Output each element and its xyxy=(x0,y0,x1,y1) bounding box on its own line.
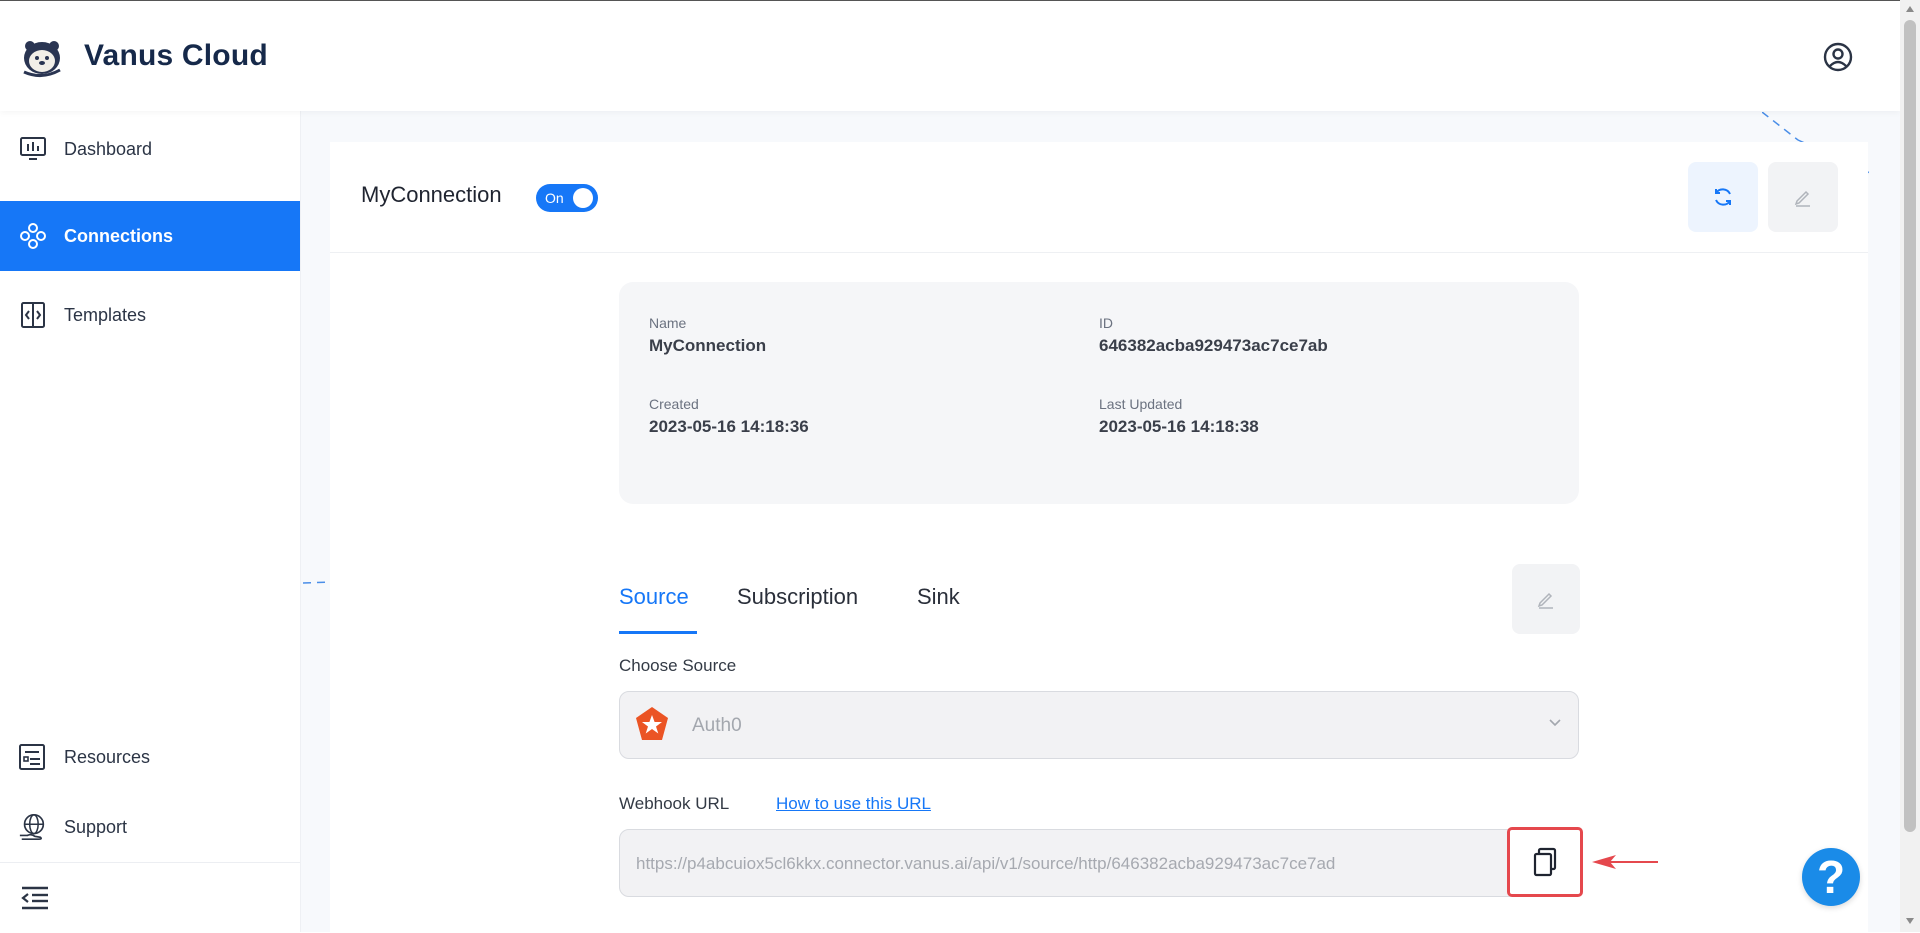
sidebar-item-support[interactable]: Support xyxy=(0,792,300,862)
red-arrow-annotation xyxy=(1592,855,1658,869)
created-label: Created xyxy=(649,396,699,412)
monitor-chart-icon xyxy=(18,134,48,164)
choose-source-label: Choose Source xyxy=(619,656,737,675)
refresh-button[interactable] xyxy=(1688,162,1758,232)
decorative-dashed-line xyxy=(303,581,333,584)
templates-icon xyxy=(18,300,48,330)
connection-info-panel: Name MyConnection ID 646382acba929473ac7… xyxy=(619,282,1579,504)
chevron-down-icon xyxy=(1549,719,1561,727)
toggle-knob xyxy=(573,188,593,208)
toggle-label: On xyxy=(545,190,564,206)
connections-icon xyxy=(18,221,48,251)
pencil-icon xyxy=(1537,592,1553,609)
top-bar: Vanus Cloud xyxy=(0,0,1900,111)
collapse-menu-icon[interactable] xyxy=(20,885,50,911)
pencil-icon xyxy=(1794,190,1810,207)
tab-source[interactable]: Source xyxy=(619,584,689,610)
sidebar-item-label: Connections xyxy=(64,225,174,246)
webhook-url-field xyxy=(619,829,1579,897)
created-value: 2023-05-16 14:18:36 xyxy=(649,417,809,436)
scroll-down-arrow-icon[interactable] xyxy=(1906,918,1914,924)
webhook-url-input[interactable] xyxy=(634,848,1518,880)
how-to-use-url-link[interactable]: How to use this URL xyxy=(776,794,931,814)
help-button[interactable]: ? xyxy=(1802,848,1860,906)
id-label: ID xyxy=(1099,315,1113,331)
source-select[interactable]: Auth0 xyxy=(619,691,1579,759)
name-value: MyConnection xyxy=(649,336,767,355)
sidebar-item-label: Templates xyxy=(64,304,147,325)
user-account-icon[interactable] xyxy=(1822,41,1854,73)
last-updated-label: Last Updated xyxy=(1099,396,1183,412)
connection-toggle[interactable]: On xyxy=(536,184,598,212)
otter-logo-icon xyxy=(23,41,61,77)
help-question-mark: ? xyxy=(1816,851,1846,903)
sidebar: Dashboard Connections Templates Resource… xyxy=(0,110,301,932)
tab-subscription[interactable]: Subscription xyxy=(737,584,858,610)
refresh-icon xyxy=(1715,188,1731,206)
brand-name: Vanus Cloud xyxy=(84,39,268,72)
sidebar-item-resources[interactable]: Resources xyxy=(0,722,300,792)
last-updated-value: 2023-05-16 14:18:38 xyxy=(1099,417,1259,436)
sidebar-item-label: Support xyxy=(64,816,128,837)
copy-icon xyxy=(1533,847,1557,877)
selected-source-value: Auth0 xyxy=(692,715,742,736)
edit-connection-button[interactable] xyxy=(1768,162,1838,232)
connection-header: MyConnection On xyxy=(330,142,1868,253)
copy-url-button[interactable] xyxy=(1507,827,1583,897)
scroll-up-arrow-icon[interactable] xyxy=(1906,6,1914,12)
id-value: 646382acba929473ac7ce7ab xyxy=(1099,336,1328,355)
sidebar-item-templates[interactable]: Templates xyxy=(0,280,300,350)
resources-list-icon xyxy=(18,742,48,772)
name-label: Name xyxy=(649,315,687,331)
edit-source-button[interactable] xyxy=(1512,564,1580,634)
webhook-url-label: Webhook URL xyxy=(619,794,730,813)
sidebar-item-dashboard[interactable]: Dashboard xyxy=(0,114,300,184)
active-tab-indicator xyxy=(619,631,697,634)
tab-sink[interactable]: Sink xyxy=(917,584,960,610)
scroll-thumb[interactable] xyxy=(1904,20,1916,832)
connection-title: MyConnection xyxy=(361,182,502,207)
connection-card: MyConnection On Name MyConnection ID 646… xyxy=(330,142,1868,932)
sidebar-item-connections[interactable]: Connections xyxy=(0,201,300,271)
sidebar-item-label: Dashboard xyxy=(64,138,153,159)
globe-hand-icon xyxy=(18,812,48,842)
auth0-shield-icon xyxy=(636,707,668,740)
sidebar-footer xyxy=(0,862,300,933)
sidebar-item-label: Resources xyxy=(64,746,151,767)
page-scrollbar[interactable] xyxy=(1900,0,1920,932)
